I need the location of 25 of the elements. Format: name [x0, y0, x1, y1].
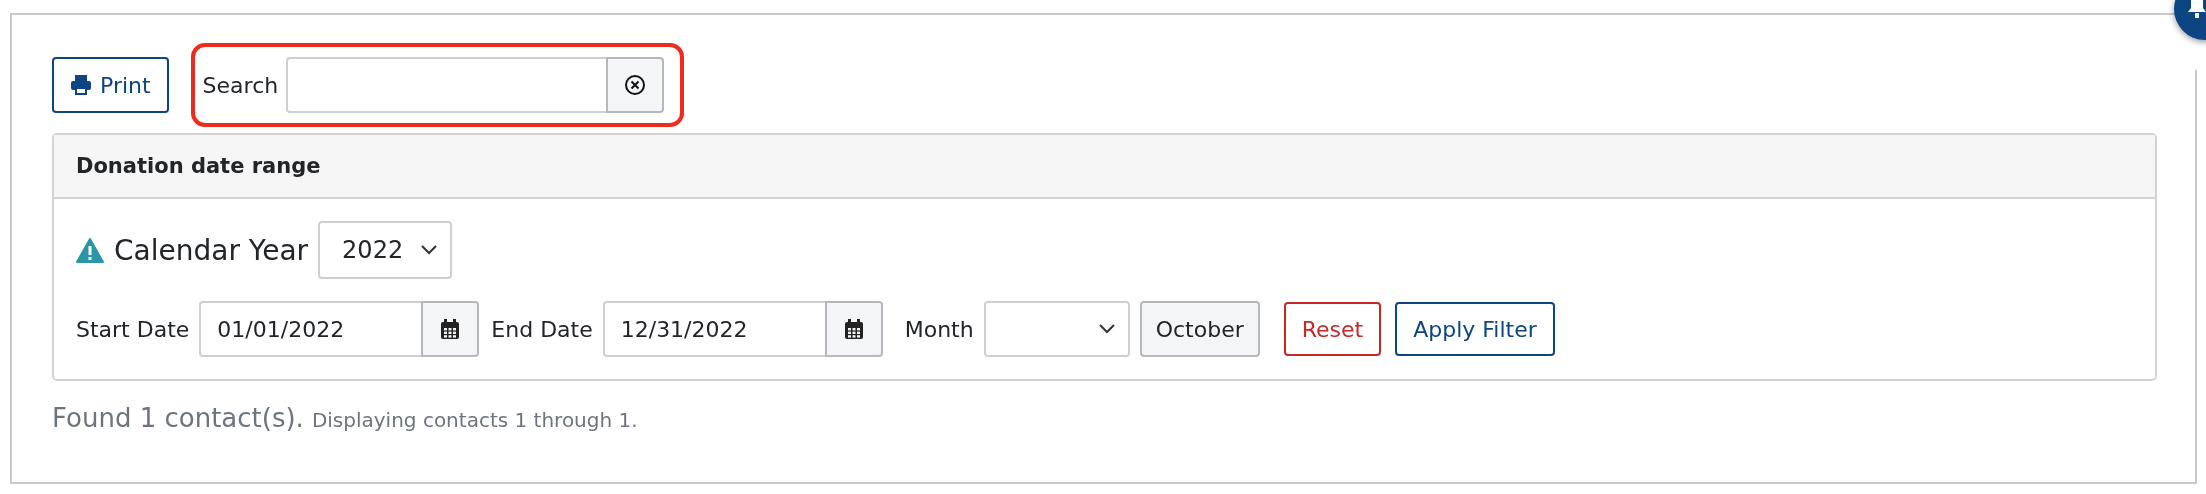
month-button[interactable]: October: [1139, 301, 1260, 357]
clear-button[interactable]: [606, 57, 665, 113]
chevron-down-icon: [1097, 323, 1116, 335]
reset-button[interactable]: Reset: [1283, 302, 1382, 356]
search-field[interactable]: [286, 57, 607, 113]
year-select[interactable]: 2022: [318, 221, 453, 279]
panel-header: Donation date range: [54, 135, 2155, 199]
chevron-down-icon: [420, 244, 439, 256]
calendar-icon: [844, 319, 863, 339]
print-button[interactable]: Print: [52, 57, 169, 113]
results-count: Found 1 contact(s).: [52, 403, 304, 433]
month-label: Month: [904, 316, 974, 342]
calendar-button[interactable]: [824, 301, 883, 357]
date-field[interactable]: 01/01/2022: [199, 301, 422, 357]
printer-icon: [70, 74, 92, 96]
apply-filter-button[interactable]: Apply Filter: [1395, 302, 1555, 356]
date-label: Start Date: [76, 316, 190, 342]
results-range: Displaying contacts 1 through 1.: [311, 408, 638, 432]
close-icon: [624, 74, 647, 96]
calendar-icon: [441, 319, 460, 339]
search-label: Search: [202, 72, 279, 98]
calendar-year-label: Calendar Year: [114, 233, 309, 267]
date-label: End Date: [491, 316, 593, 342]
calendar-button[interactable]: [421, 301, 480, 357]
date-field[interactable]: 12/31/2022: [602, 301, 825, 357]
